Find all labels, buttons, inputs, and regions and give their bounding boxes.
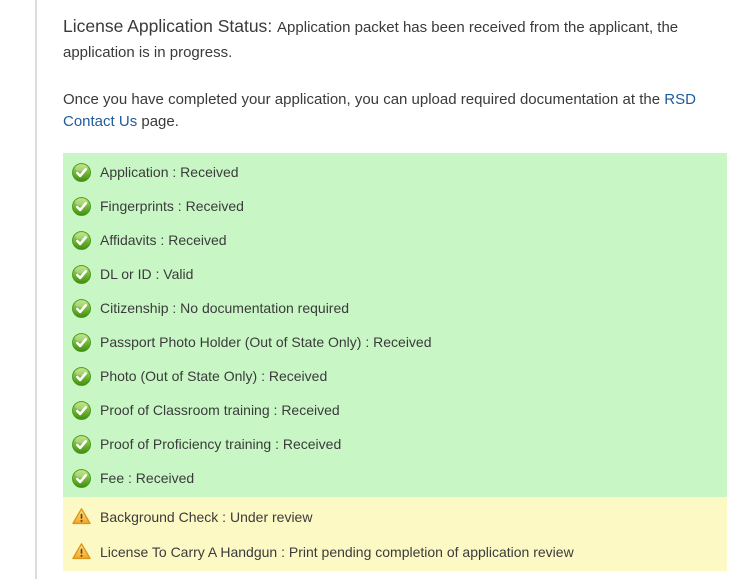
item-separator: : xyxy=(124,470,136,486)
status-row-application: Application : Received xyxy=(63,155,727,189)
item-separator: : xyxy=(277,544,289,560)
status-row-photo: Photo (Out of State Only) : Received xyxy=(63,359,727,393)
item-status: Received xyxy=(186,198,244,214)
completed-status-list: Application : Received Fingerprints : Re… xyxy=(63,153,727,497)
item-separator: : xyxy=(271,436,283,452)
page-content: License Application Status: Application … xyxy=(63,0,727,571)
item-separator: : xyxy=(157,232,169,248)
item-status: No documentation required xyxy=(180,300,349,316)
check-circle-icon xyxy=(72,469,91,488)
status-row-background-check: Background Check : Under review xyxy=(63,499,727,534)
item-status: Received xyxy=(281,402,339,418)
item-status: Under review xyxy=(230,509,312,525)
check-circle-icon xyxy=(72,163,91,182)
check-circle-icon xyxy=(72,299,91,318)
upload-note: Once you have completed your application… xyxy=(63,89,727,133)
warning-triangle-icon xyxy=(72,507,91,526)
check-circle-icon xyxy=(72,333,91,352)
item-label: Passport Photo Holder (Out of State Only… xyxy=(100,334,361,350)
check-circle-icon xyxy=(72,367,91,386)
item-status: Received xyxy=(136,470,194,486)
item-separator: : xyxy=(152,266,164,282)
item-status: Received xyxy=(180,164,238,180)
status-row-license-to-carry: License To Carry A Handgun : Print pendi… xyxy=(63,534,727,569)
item-label: Proof of Classroom training xyxy=(100,402,270,418)
license-status-page: License Application Status: Application … xyxy=(0,0,736,579)
item-label: Affidavits xyxy=(100,232,157,248)
item-label: Background Check xyxy=(100,509,218,525)
status-row-fee: Fee : Received xyxy=(63,461,727,495)
status-row-citizenship: Citizenship : No documentation required xyxy=(63,291,727,325)
item-separator: : xyxy=(174,198,186,214)
status-row-proficiency-training: Proof of Proficiency training : Received xyxy=(63,427,727,461)
status-row-passport-photo-holder: Passport Photo Holder (Out of State Only… xyxy=(63,325,727,359)
upload-note-text-after: page. xyxy=(137,113,179,130)
item-status: Received xyxy=(269,368,327,384)
item-separator: : xyxy=(168,300,180,316)
item-label: Fee xyxy=(100,470,124,486)
item-label: Fingerprints xyxy=(100,198,174,214)
upload-note-text-before: Once you have completed your application… xyxy=(63,91,664,108)
check-circle-icon xyxy=(72,401,91,420)
item-label: Proof of Proficiency training xyxy=(100,436,271,452)
item-status: Received xyxy=(168,232,226,248)
check-circle-icon xyxy=(72,435,91,454)
page-title: License Application Status xyxy=(63,16,267,36)
status-row-affidavits: Affidavits : Received xyxy=(63,223,727,257)
status-row-dl-or-id: DL or ID : Valid xyxy=(63,257,727,291)
item-label: Photo (Out of State Only) xyxy=(100,368,257,384)
check-circle-icon xyxy=(72,265,91,284)
status-summary: License Application Status: Application … xyxy=(63,14,727,65)
item-label: Citizenship xyxy=(100,300,168,316)
item-separator: : xyxy=(361,334,373,350)
status-row-classroom-training: Proof of Classroom training : Received xyxy=(63,393,727,427)
item-separator: : xyxy=(270,402,282,418)
item-status: Valid xyxy=(163,266,193,282)
warning-triangle-icon xyxy=(72,542,91,561)
item-status: Received xyxy=(283,436,341,452)
item-label: DL or ID xyxy=(100,266,152,282)
check-circle-icon xyxy=(72,197,91,216)
item-label: License To Carry A Handgun xyxy=(100,544,277,560)
item-status: Received xyxy=(373,334,431,350)
item-separator: : xyxy=(257,368,269,384)
item-label: Application xyxy=(100,164,169,180)
item-separator: : xyxy=(218,509,230,525)
check-circle-icon xyxy=(72,231,91,250)
left-page-rule xyxy=(35,0,37,579)
pending-status-list: Background Check : Under review License … xyxy=(63,497,727,571)
status-row-fingerprints: Fingerprints : Received xyxy=(63,189,727,223)
title-separator: : xyxy=(267,16,277,36)
item-separator: : xyxy=(169,164,181,180)
item-status: Print pending completion of application … xyxy=(289,544,574,560)
